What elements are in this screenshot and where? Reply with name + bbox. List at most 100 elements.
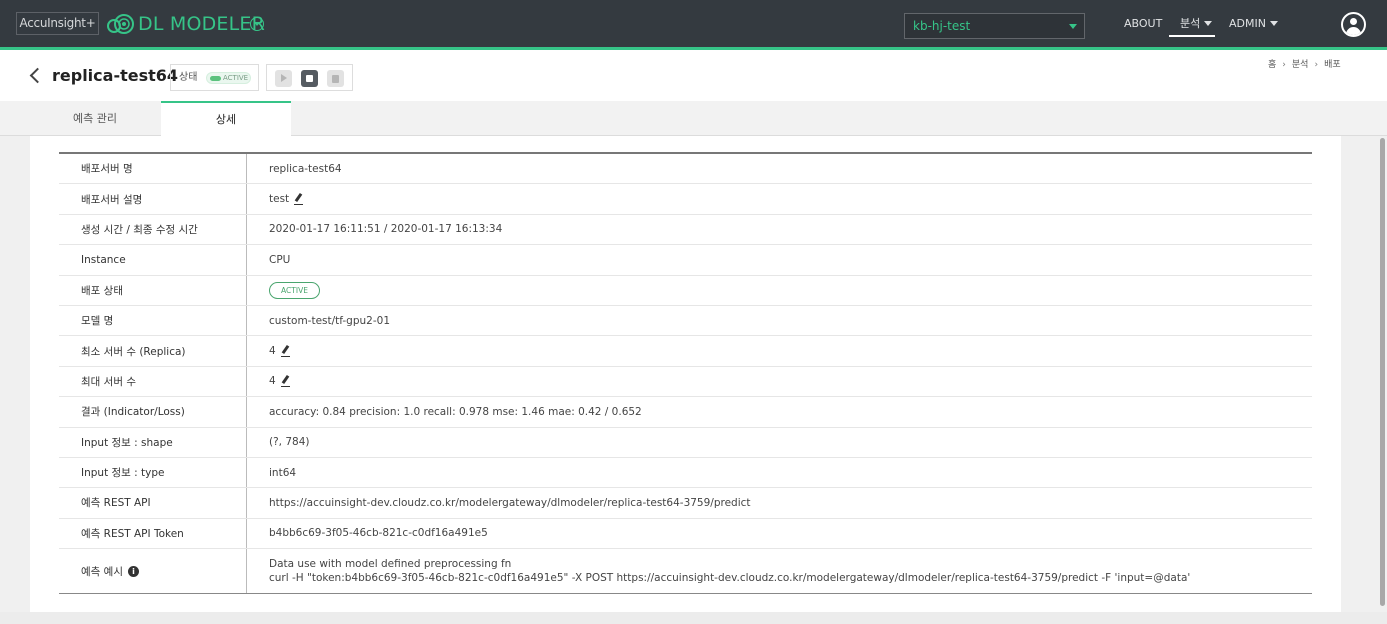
row-label: 예측 예시 i	[59, 549, 247, 594]
table-row: 생성 시간 / 최종 수정 시간 2020-01-17 16:11:51 / 2…	[59, 214, 1312, 246]
edit-icon[interactable]	[294, 193, 304, 206]
breadcrumb-home[interactable]: 홈	[1268, 60, 1276, 70]
row-value: int64	[269, 458, 1312, 487]
row-label: 배포서버 설명	[59, 184, 247, 214]
row-label: 모델 명	[59, 305, 247, 336]
edit-icon[interactable]	[280, 345, 291, 358]
table-row: 배포서버 설명 test	[59, 184, 1312, 215]
user-body-shape	[1346, 27, 1361, 35]
nav-analysis-label: 분석	[1180, 17, 1201, 30]
tab-bar: 예측 관리 상세	[0, 101, 1387, 136]
input-type-value: int64	[269, 466, 297, 479]
page-title: replica-test64	[52, 66, 179, 85]
prediction-example-curl: curl -H "token:b4bb6c69-3f05-46cb-821c-c…	[269, 572, 1191, 585]
row-value: (?, 784)	[269, 428, 1312, 457]
table-row: 결과 (Indicator/Loss) accuracy: 0.84 preci…	[59, 397, 1312, 428]
info-icon[interactable]: i	[127, 565, 139, 577]
page-header: replica-test64 상태 ACTIVE 홈 › 분석 › 배포	[0, 50, 1387, 101]
status-badge-text: ACTIVE	[223, 74, 249, 82]
user-icon[interactable]	[1341, 12, 1366, 37]
row-value: https://accuinsight-dev.cloudz.co.kr/mod…	[269, 488, 1312, 517]
row-value: 2020-01-17 16:11:51 / 2020-01-17 16:13:3…	[269, 215, 1312, 244]
breadcrumb-deploy[interactable]: 배포	[1324, 60, 1341, 70]
row-label: 최대 서버 수	[59, 366, 247, 397]
top-navigation-bar: AccuInsight+ DL MODELER kb-hj-test ABOUT…	[0, 0, 1387, 47]
chevron-down-icon	[1069, 24, 1077, 29]
row-label: 생성 시간 / 최종 수정 시간	[59, 214, 247, 245]
min-replica-value: 4	[269, 345, 276, 358]
project-select-value: kb-hj-test	[913, 19, 971, 33]
row-label: Input 정보 : type	[59, 457, 247, 488]
bottom-strip	[0, 612, 1387, 624]
tab-prediction-management[interactable]: 예측 관리	[30, 101, 160, 136]
status-toggle-icon	[210, 76, 221, 81]
table-row: 예측 REST API https://accuinsight-dev.clou…	[59, 488, 1312, 519]
row-value: CPU	[269, 245, 1312, 274]
table-row: Input 정보 : type int64	[59, 457, 1312, 489]
brand-logo[interactable]: AccuInsight+	[16, 12, 99, 35]
row-label: 예측 REST API Token	[59, 518, 247, 549]
max-replica-value: 4	[269, 375, 276, 388]
app-title: DL MODELER	[138, 13, 266, 35]
action-buttons	[266, 64, 353, 91]
breadcrumb-analysis[interactable]: 분석	[1292, 60, 1309, 70]
chevron-down-icon	[1204, 21, 1213, 26]
nav-admin-label: ADMIN	[1229, 17, 1266, 30]
prediction-example-line: Data use with model defined preprocessin…	[269, 558, 512, 571]
row-label: Instance	[59, 245, 247, 275]
table-row: 예측 예시 i Data use with model defined prepr…	[59, 549, 1312, 594]
status-box: 상태 ACTIVE	[170, 64, 259, 91]
table-row: 배포서버 명 replica-test64	[59, 154, 1312, 185]
chevron-down-icon	[1269, 21, 1278, 26]
table-row: 예측 REST API Token b4bb6c69-3f05-46cb-821…	[59, 518, 1312, 550]
row-value: test	[269, 184, 1312, 213]
row-value: accuracy: 0.84 precision: 1.0 recall: 0.…	[269, 397, 1312, 426]
chevron-right-icon: ›	[1282, 60, 1286, 70]
table-row: 최소 서버 수 (Replica) 4	[59, 336, 1312, 367]
delete-button[interactable]	[327, 70, 344, 87]
breadcrumb: 홈 › 분석 › 배포	[1268, 59, 1341, 72]
result-metrics-value: accuracy: 0.84 precision: 1.0 recall: 0.…	[269, 405, 642, 418]
app-toggle-icon[interactable]	[250, 17, 264, 31]
row-value: b4bb6c69-3f05-46cb-821c-c0df16a491e5	[269, 519, 1312, 548]
row-value: 4	[269, 367, 1312, 396]
edit-icon[interactable]	[280, 375, 291, 388]
table-row: 모델 명 custom-test/tf-gpu2-01	[59, 305, 1312, 337]
nav-about[interactable]: ABOUT	[1124, 13, 1162, 35]
tab-detail[interactable]: 상세	[161, 101, 291, 136]
rest-api-token-value: b4bb6c69-3f05-46cb-821c-c0df16a491e5	[269, 527, 488, 540]
scrollbar-thumb[interactable]	[1380, 138, 1385, 606]
table-row: Input 정보 : shape (?, 784)	[59, 427, 1312, 458]
row-label: 예측 REST API	[59, 488, 247, 518]
table-row: 최대 서버 수 4	[59, 366, 1312, 398]
chevron-right-icon: ›	[1314, 60, 1319, 70]
row-value: replica-test64	[269, 154, 1312, 183]
detail-table: 배포서버 명 replica-test64 배포서버 설명 test 생성 시간…	[59, 152, 1312, 595]
server-name-value: replica-test64	[269, 162, 342, 175]
stop-button[interactable]	[301, 70, 318, 87]
row-label: 최소 서버 수 (Replica)	[59, 336, 247, 366]
user-head-shape	[1350, 18, 1357, 25]
row-label: 배포 상태	[59, 275, 247, 305]
table-row: Instance CPU	[59, 245, 1312, 276]
logo-icon	[107, 14, 134, 34]
nav-analysis[interactable]: 분석	[1169, 13, 1215, 37]
status-label: 상태	[179, 72, 198, 83]
rest-api-value: https://accuinsight-dev.cloudz.co.kr/mod…	[269, 496, 751, 509]
nav-admin[interactable]: ADMIN	[1229, 13, 1278, 35]
row-label: Input 정보 : shape	[59, 427, 247, 457]
status-badge: ACTIVE	[206, 72, 251, 84]
timestamps-value: 2020-01-17 16:11:51 / 2020-01-17 16:13:3…	[269, 223, 503, 236]
prediction-example-label: 예측 예시	[81, 565, 123, 578]
row-value: ACTIVE	[269, 276, 1312, 305]
project-select[interactable]: kb-hj-test	[904, 13, 1085, 39]
status-badge: ACTIVE	[269, 281, 320, 299]
row-value: 4	[269, 336, 1312, 365]
input-shape-value: (?, 784)	[269, 436, 310, 449]
play-button[interactable]	[275, 70, 292, 87]
row-label: 배포서버 명	[59, 154, 247, 184]
instance-value: CPU	[269, 253, 291, 266]
server-description-value: test	[269, 193, 290, 206]
row-value: custom-test/tf-gpu2-01	[269, 306, 1312, 335]
back-arrow-icon[interactable]	[29, 67, 46, 84]
